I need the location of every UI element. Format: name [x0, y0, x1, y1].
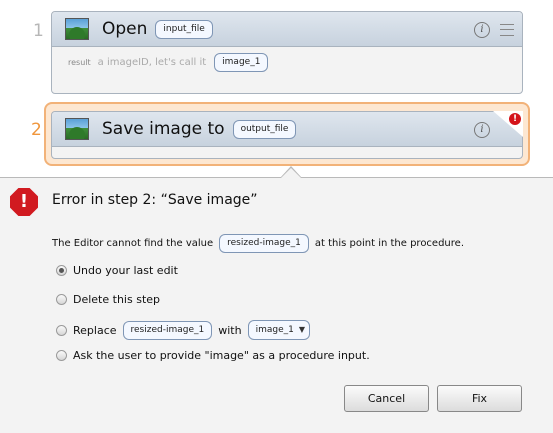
dropdown-caret-icon: ▼ — [298, 325, 305, 334]
info-icon[interactable]: i — [474, 122, 490, 138]
desc-before: The Editor cannot find the value — [52, 238, 214, 249]
step-1-card[interactable]: Open input_file i result a imageID, let'… — [51, 11, 523, 94]
option-ask-label: Ask the user to provide "image" as a pro… — [73, 349, 370, 362]
replace-to-select[interactable]: image_1 ▼ — [247, 320, 310, 340]
option-delete[interactable]: Delete this step — [56, 293, 160, 306]
step-2-header[interactable]: Save image to output_file i ! — [52, 111, 523, 147]
option-undo[interactable]: Undo your last edit — [56, 264, 178, 277]
result-variable[interactable]: image_1 — [214, 53, 269, 72]
step-1-result-row: result a imageID, let's call it image_1 — [52, 47, 522, 78]
option-delete-label: Delete this step — [73, 293, 161, 306]
image-icon — [65, 18, 89, 40]
radio-delete[interactable] — [56, 294, 67, 305]
desc-after: at this point in the procedure. — [314, 238, 464, 249]
result-label: result — [68, 58, 91, 67]
replace-to-value: image_1 — [255, 325, 294, 335]
output-file-param[interactable]: output_file — [232, 119, 297, 139]
option-with-label: with — [218, 323, 242, 337]
option-undo-label: Undo your last edit — [73, 264, 178, 277]
step-1-title: Open — [102, 19, 148, 39]
result-text: a imageID, let's call it — [97, 57, 207, 68]
step-number-2: 2 — [31, 120, 42, 140]
image-icon — [65, 118, 89, 140]
input-file-param[interactable]: input_file — [155, 19, 213, 39]
option-replace[interactable]: Replace resized-image_1 with image_1 ▼ — [56, 320, 316, 340]
radio-replace[interactable] — [56, 324, 67, 336]
replace-from-pill[interactable]: resized-image_1 — [122, 320, 213, 340]
radio-ask[interactable] — [56, 350, 67, 361]
step-number-1: 1 — [33, 21, 44, 41]
info-icon[interactable]: i — [474, 22, 490, 38]
radio-undo[interactable] — [56, 265, 67, 276]
cancel-button[interactable]: Cancel — [344, 385, 429, 412]
missing-value-pill: resized-image_1 — [219, 234, 309, 253]
error-title: Error in step 2: “Save image” — [52, 192, 258, 208]
option-replace-label: Replace — [73, 323, 117, 337]
step-1-header[interactable]: Open input_file i — [52, 12, 522, 47]
step-2-title: Save image to — [102, 119, 225, 139]
error-description: The Editor cannot find the value resized… — [52, 234, 464, 253]
error-badge: ! — [509, 113, 521, 125]
fix-button[interactable]: Fix — [437, 385, 522, 412]
option-ask[interactable]: Ask the user to provide "image" as a pro… — [56, 349, 370, 362]
menu-icon[interactable] — [500, 24, 514, 36]
step-2-card[interactable]: Save image to output_file i ! — [51, 111, 523, 159]
error-flag-icon[interactable]: ! — [489, 111, 523, 139]
